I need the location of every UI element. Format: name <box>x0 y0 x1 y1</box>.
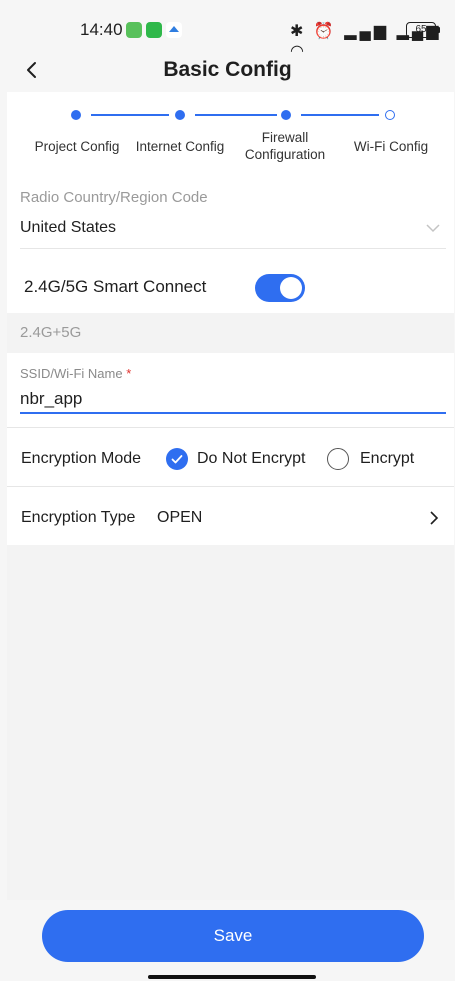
smart-connect-toggle[interactable] <box>255 274 305 302</box>
ssid-underline <box>20 412 446 414</box>
region-label: Radio Country/Region Code <box>20 189 208 206</box>
required-mark: * <box>126 366 132 381</box>
empty-area <box>7 545 454 900</box>
divider <box>20 248 446 249</box>
app-notification-icon <box>166 22 182 38</box>
save-button[interactable]: Save <box>42 910 424 962</box>
step-label-project: Project Config <box>34 139 120 154</box>
region-select[interactable]: United States <box>20 219 116 237</box>
step-connector <box>301 114 379 116</box>
ssid-label: SSID/Wi-Fi Name * <box>20 366 131 381</box>
band-value: 2.4G+5G <box>20 324 82 341</box>
toggle-knob <box>280 277 302 299</box>
step-label-firewall: Firewall Configuration <box>244 130 326 162</box>
progress-stepper: Project Config Internet Config Firewall … <box>7 92 454 172</box>
ssid-label-text: SSID/Wi-Fi Name <box>20 366 123 381</box>
page-title: Basic Config <box>163 58 292 81</box>
step-label-wifi: Wi-Fi Config <box>353 139 429 154</box>
wechat-icon <box>146 22 162 38</box>
battery-icon: 65 <box>406 22 436 38</box>
divider <box>7 427 454 428</box>
status-bar: 14:40 ✱ ⏰ ▂▄▆ ▂▄▆ ◠ 65 <box>0 0 455 60</box>
option-encrypt[interactable]: Encrypt <box>360 450 414 468</box>
band-row: 2.4G+5G <box>7 313 454 353</box>
divider <box>7 486 454 487</box>
step-dot-internet <box>175 110 185 120</box>
home-indicator <box>148 975 316 979</box>
option-do-not-encrypt[interactable]: Do Not Encrypt <box>197 450 305 468</box>
step-connector <box>195 114 277 116</box>
ssid-input[interactable]: nbr_app <box>20 389 82 409</box>
app-notification-icon <box>126 22 142 38</box>
config-content: Project Config Internet Config Firewall … <box>7 92 454 900</box>
smart-connect-label: 2.4G/5G Smart Connect <box>24 277 207 296</box>
chevron-right-icon[interactable] <box>427 510 441 526</box>
step-connector <box>91 114 169 116</box>
step-label-internet: Internet Config <box>135 139 225 154</box>
step-dot-wifi <box>385 110 395 120</box>
nav-bar: Basic Config <box>0 50 455 92</box>
encryption-type-label: Encryption Type <box>21 509 136 526</box>
step-dot-firewall <box>281 110 291 120</box>
encryption-mode-label: Encryption Mode <box>21 450 142 467</box>
battery-tip <box>437 27 440 33</box>
radio-encrypt[interactable] <box>327 448 349 470</box>
step-dot-project <box>71 110 81 120</box>
encryption-type-value[interactable]: OPEN <box>157 509 202 527</box>
status-time: 14:40 <box>80 20 123 39</box>
chevron-down-icon[interactable] <box>425 220 441 236</box>
radio-do-not-encrypt[interactable] <box>166 448 188 470</box>
